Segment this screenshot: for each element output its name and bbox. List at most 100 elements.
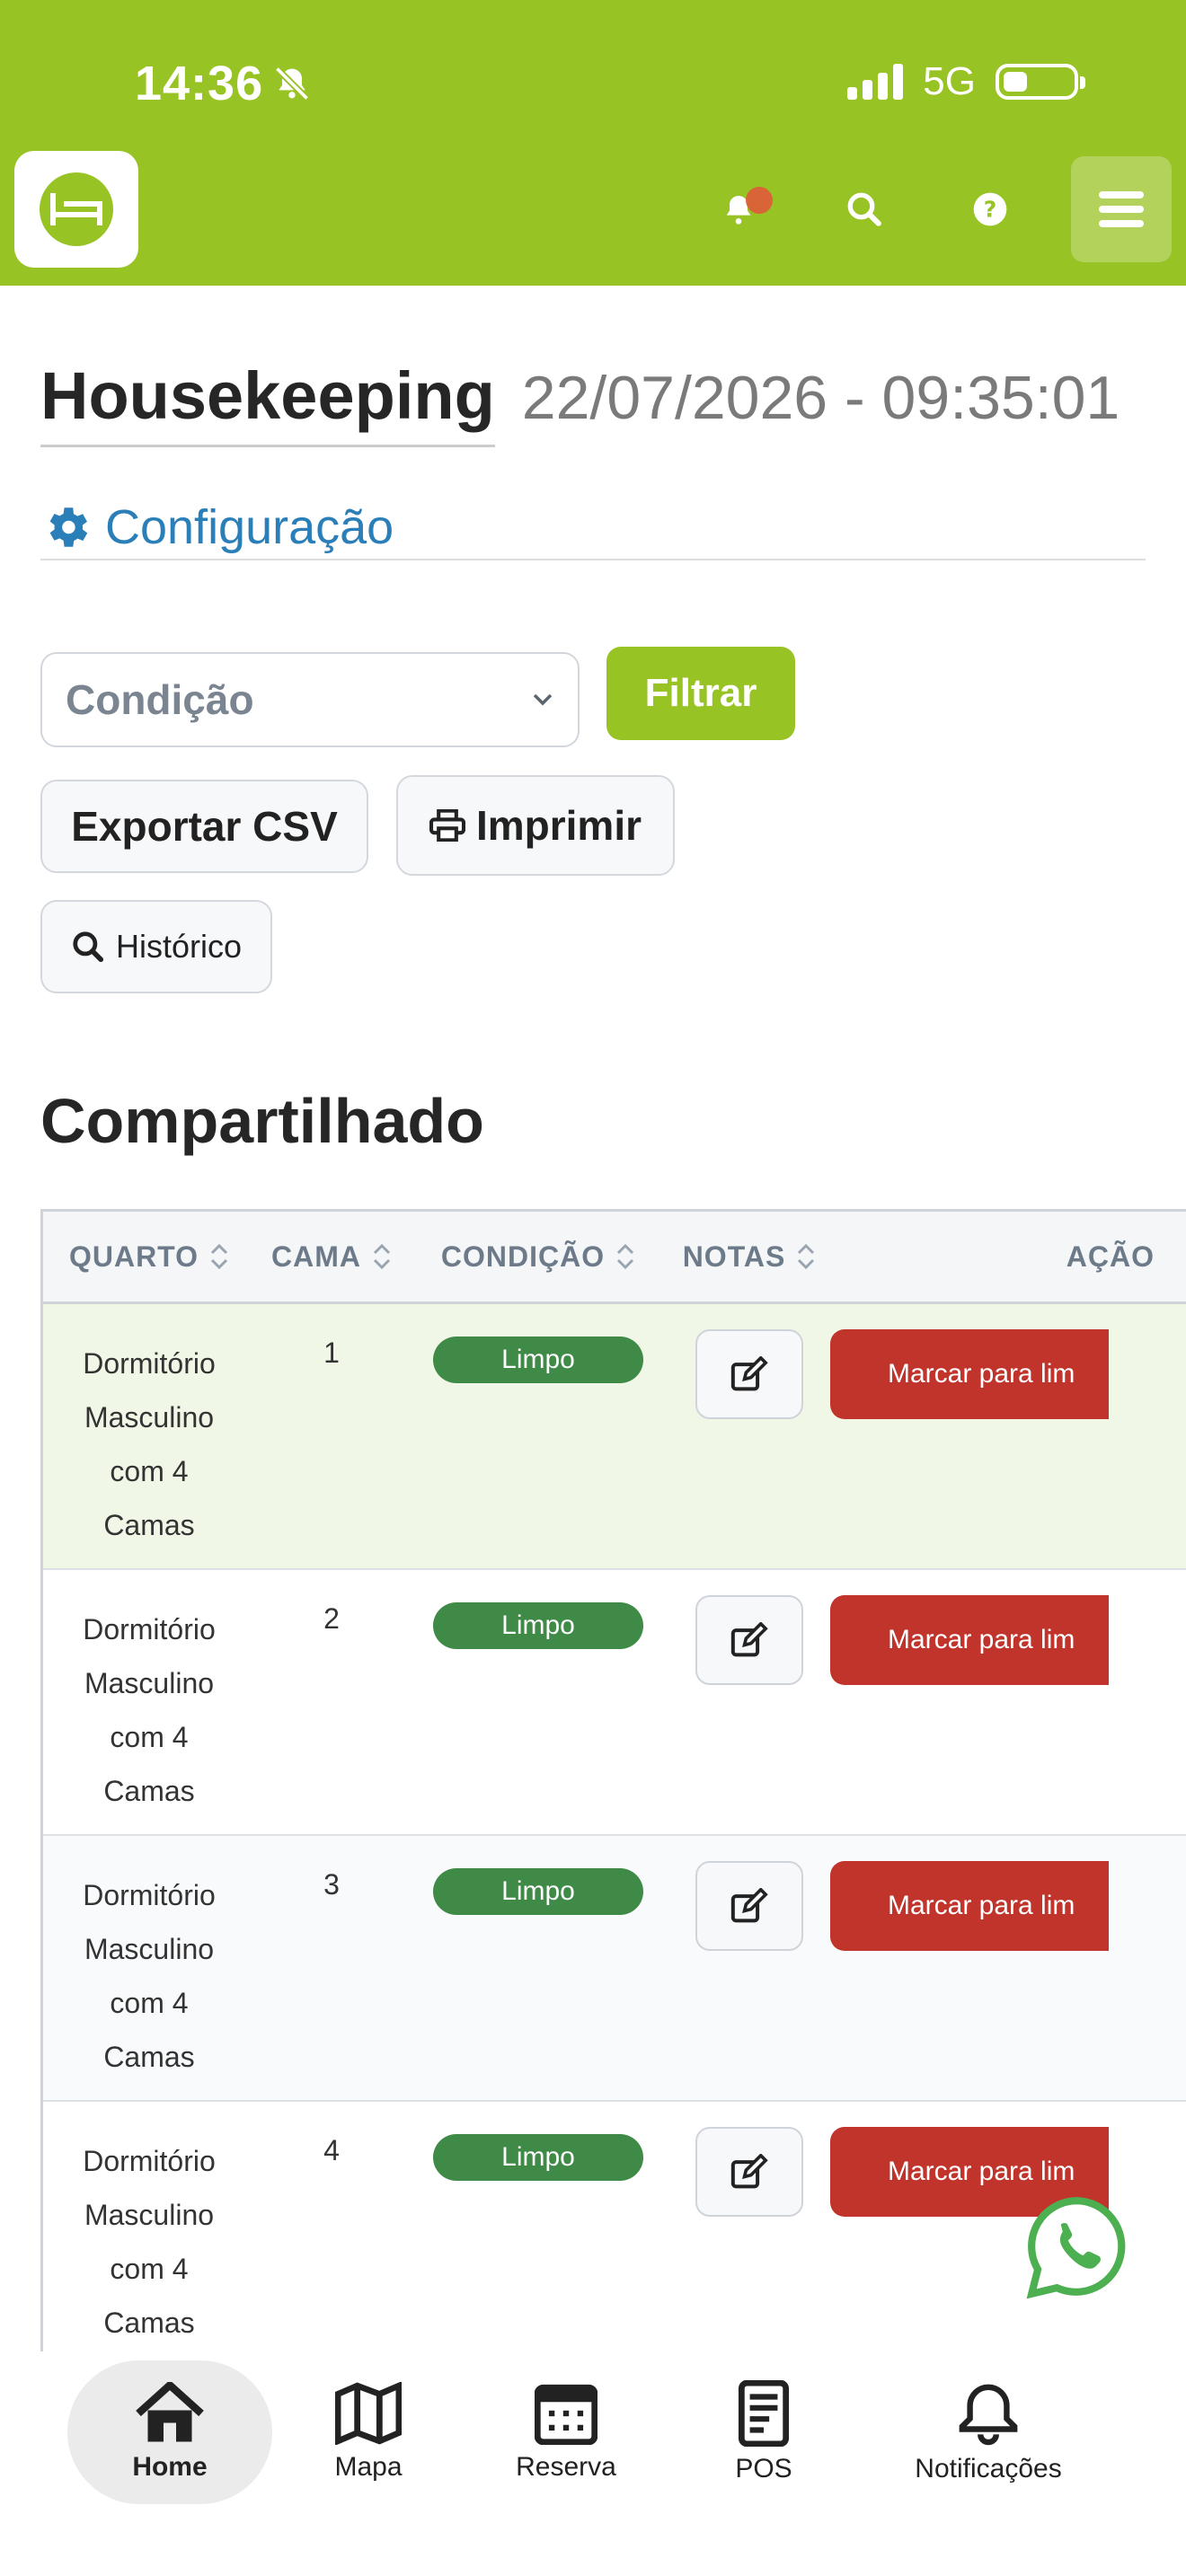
home-icon: [136, 2382, 204, 2442]
bell-muted-icon: [275, 66, 310, 101]
sort-icon: [796, 1240, 816, 1273]
header-actions: ?: [676, 151, 1186, 268]
page-datetime: 22/07/2026 - 09:35:01: [521, 364, 1120, 432]
condition-cell: Limpo: [408, 1304, 668, 1568]
room-cell: Dormitório Masculino com 4 Camas: [83, 2145, 216, 2339]
nav-pos[interactable]: POS: [710, 2360, 818, 2504]
edit-icon: [730, 2154, 768, 2189]
sort-icon: [372, 1240, 392, 1273]
status-badge: Limpo: [433, 2134, 643, 2181]
status-time: 14:36: [135, 56, 312, 111]
receipt-icon: [738, 2380, 790, 2447]
action-cell: Marcar para lim: [830, 1836, 1186, 2100]
whatsapp-icon: [1026, 2197, 1126, 2299]
edit-note-button[interactable]: [695, 2127, 803, 2217]
bed-cell: 2: [323, 1602, 340, 1635]
menu-button[interactable]: [1071, 156, 1172, 262]
nav-reservation[interactable]: Reserva: [494, 2360, 638, 2504]
svg-text:?: ?: [984, 196, 997, 222]
action-cell: Marcar para lim: [830, 1570, 1186, 1834]
nav-map[interactable]: Mapa: [305, 2360, 431, 2504]
condition-cell: Limpo: [408, 1570, 668, 1834]
mark-for-cleaning-button[interactable]: Marcar para lim: [830, 1861, 1109, 1951]
notes-cell: [668, 1836, 830, 2100]
chevron-down-icon: [533, 693, 553, 706]
help-icon: ?: [973, 192, 1007, 226]
table-row[interactable]: Dormitório Masculino com 4 Camas 4 Limpo…: [43, 2102, 1186, 2368]
table-row[interactable]: Dormitório Masculino com 4 Camas 3 Limpo…: [43, 1836, 1186, 2102]
history-label: Histórico: [115, 928, 243, 965]
room-cell: Dormitório Masculino com 4 Camas: [83, 1879, 216, 2073]
bed-cell: 4: [323, 2134, 340, 2166]
section-title: Compartilhado: [40, 1086, 484, 1156]
bed-cell: 1: [323, 1337, 340, 1369]
network-type: 5G: [923, 59, 976, 103]
print-button[interactable]: Imprimir: [396, 775, 675, 876]
notifications-button[interactable]: [676, 151, 801, 268]
menu-icon: [1099, 191, 1144, 227]
table-row[interactable]: Dormitório Masculino com 4 Camas 1 Limpo…: [43, 1304, 1186, 1570]
notes-cell: [668, 1570, 830, 1834]
header-notes[interactable]: NOTAS: [668, 1240, 830, 1274]
whatsapp-button[interactable]: [1022, 2193, 1132, 2303]
edit-icon: [730, 1356, 768, 1391]
hostel-bed-logo-icon: [40, 172, 113, 246]
battery-icon: [996, 64, 1085, 100]
status-badge: Limpo: [433, 1868, 643, 1915]
notification-badge: [746, 187, 773, 214]
search-icon: [73, 931, 104, 963]
action-cell: Marcar para lim: [830, 1304, 1186, 1568]
housekeeping-table: QUARTO CAMA CONDIÇÃO NOTAS AÇÃO Dormitór…: [40, 1209, 1186, 2368]
table-header: QUARTO CAMA CONDIÇÃO NOTAS AÇÃO: [43, 1209, 1186, 1304]
status-badge: Limpo: [433, 1602, 643, 1649]
condition-cell: Limpo: [408, 1836, 668, 2100]
condition-select[interactable]: Condição: [40, 652, 580, 747]
sort-icon: [209, 1240, 229, 1273]
status-indicators: 5G: [847, 59, 1085, 104]
history-button[interactable]: Histórico: [40, 900, 272, 993]
search-icon: [847, 192, 881, 226]
edit-icon: [730, 1622, 768, 1657]
export-csv-label: Exportar CSV: [71, 803, 338, 850]
map-icon: [335, 2382, 402, 2445]
header-room[interactable]: QUARTO: [43, 1240, 255, 1274]
mark-for-cleaning-button[interactable]: Marcar para lim: [830, 1329, 1109, 1419]
header-action: AÇÃO: [1066, 1239, 1155, 1273]
signal-icon: [847, 64, 904, 100]
bell-icon: [959, 2384, 1018, 2446]
room-cell: Dormitório Masculino com 4 Camas: [83, 1347, 216, 1541]
edit-note-button[interactable]: [695, 1595, 803, 1685]
print-label: Imprimir: [475, 802, 642, 849]
edit-note-button[interactable]: [695, 1861, 803, 1951]
app-header: 14:36 5G ?: [0, 0, 1186, 286]
condition-select-value: Condição: [66, 676, 254, 723]
app-logo[interactable]: [14, 151, 138, 268]
nav-notifications[interactable]: Notificações: [890, 2360, 1087, 2504]
status-badge: Limpo: [433, 1337, 643, 1383]
notes-cell: [668, 1304, 830, 1568]
bed-cell: 3: [323, 1868, 340, 1901]
mark-for-cleaning-button[interactable]: Marcar para lim: [830, 1595, 1109, 1685]
sort-icon: [615, 1240, 635, 1273]
nav-home[interactable]: Home: [67, 2360, 272, 2504]
page-title: Housekeeping: [40, 357, 495, 447]
export-csv-button[interactable]: Exportar CSV: [40, 780, 368, 873]
edit-icon: [730, 1888, 768, 1923]
filter-button[interactable]: Filtrar: [606, 647, 795, 740]
configuration-label: Configuração: [105, 500, 394, 554]
help-button[interactable]: ?: [927, 151, 1053, 268]
header-condition[interactable]: CONDIÇÃO: [408, 1240, 668, 1274]
table-row[interactable]: Dormitório Masculino com 4 Camas 2 Limpo…: [43, 1570, 1186, 1836]
edit-note-button[interactable]: [695, 1329, 803, 1419]
configuration-link[interactable]: Configuração: [40, 499, 1146, 560]
action-cell: Marcar para lim: [830, 2102, 1186, 2366]
printer-icon: [429, 809, 465, 842]
gear-icon: [49, 507, 88, 547]
bottom-navigation: Home Mapa Reserva POS Notificações: [0, 2351, 1186, 2576]
search-button[interactable]: [801, 151, 927, 268]
header-bed[interactable]: CAMA: [255, 1240, 408, 1274]
notes-cell: [668, 2102, 830, 2366]
condition-cell: Limpo: [408, 2102, 668, 2366]
room-cell: Dormitório Masculino com 4 Camas: [83, 1613, 216, 1807]
calendar-icon: [535, 2384, 597, 2445]
